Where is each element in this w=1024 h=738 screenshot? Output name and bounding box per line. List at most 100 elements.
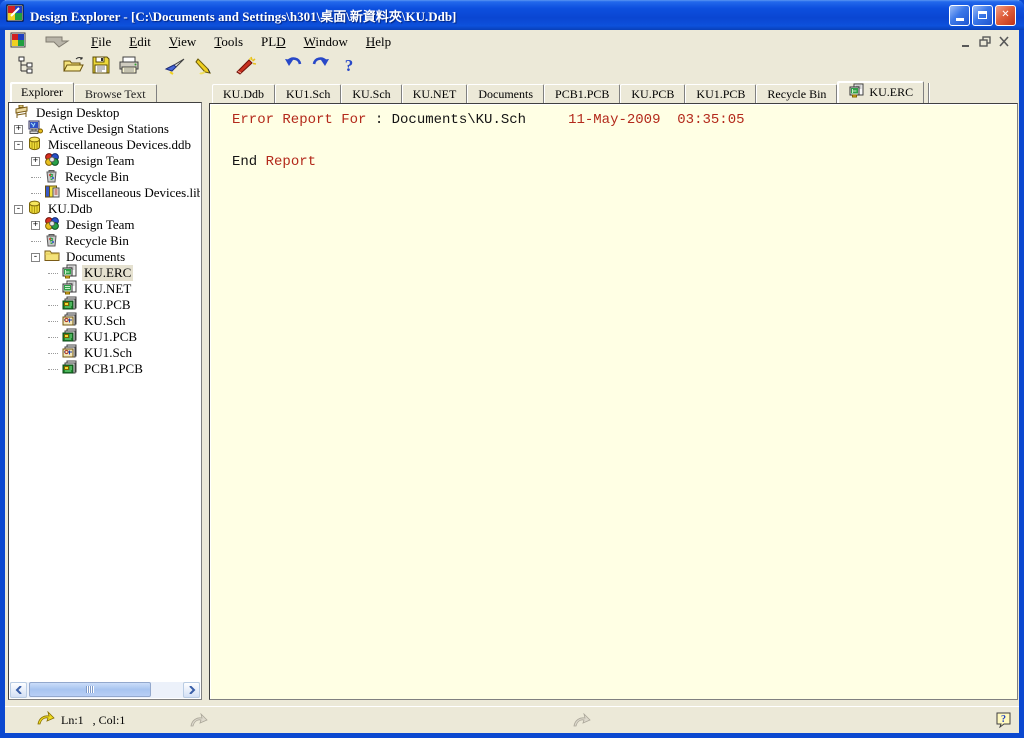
document-tab-label: KU.Sch — [352, 87, 390, 102]
tree-item-ku-pcb[interactable]: KU.PCB — [10, 297, 200, 313]
floppy-icon — [91, 55, 111, 79]
document-tab-ku-sch[interactable]: KU.Sch — [341, 84, 401, 103]
tree-item-ku1-sch[interactable]: KU1.Sch — [10, 345, 200, 361]
tree-line — [48, 289, 58, 290]
help-button[interactable]: ? — [337, 56, 361, 78]
tree-expander[interactable]: - — [31, 253, 44, 262]
document-tab-label: KU.Ddb — [223, 87, 264, 102]
open-folder-icon — [62, 55, 84, 79]
menu-items: FileEditViewToolsPLDWindowHelp — [82, 32, 400, 52]
scroll-right-button[interactable] — [183, 682, 200, 698]
tree-item-design-team[interactable]: +Design Team — [10, 217, 200, 233]
mdi-restore-button[interactable] — [977, 34, 994, 49]
document-tab-ku1-pcb[interactable]: KU1.PCB — [685, 84, 756, 103]
tree-expander[interactable]: + — [31, 221, 44, 230]
document-tab-label: Recycle Bin — [767, 87, 826, 102]
tree-item-recycle-bin[interactable]: Recycle Bin — [10, 233, 200, 249]
collapse-minus-icon[interactable]: - — [31, 253, 40, 262]
panel-tabs: ExplorerBrowse Text — [8, 82, 202, 102]
maximize-icon — [978, 11, 987, 19]
erc-report-editor[interactable]: Error Report For : Documents\KU.Sch 11-M… — [209, 103, 1018, 700]
open-document-button[interactable] — [61, 56, 85, 78]
menu-item-help[interactable]: Help — [357, 32, 400, 52]
pencil-tool-button[interactable] — [191, 56, 215, 78]
menu-item-pld[interactable]: PLD — [252, 32, 295, 52]
expand-plus-icon[interactable]: + — [14, 125, 23, 134]
tree-item-miscellaneous-devices-ddb[interactable]: - Miscellaneous Devices.ddb — [10, 137, 200, 153]
document-tab-recycle-bin[interactable]: Recycle Bin — [756, 84, 837, 103]
document-tab-ku1-sch[interactable]: KU1.Sch — [275, 84, 341, 103]
expand-plus-icon[interactable]: + — [31, 221, 40, 230]
tree-item-label: Recycle Bin — [63, 169, 131, 185]
collapse-minus-icon[interactable]: - — [14, 205, 23, 214]
tree-item-design-team[interactable]: +Design Team — [10, 153, 200, 169]
tree-item-label: KU1.Sch — [82, 345, 134, 361]
panel-tab-browse-text[interactable]: Browse Text — [74, 84, 157, 102]
tree-item-ku-erc[interactable]: KU.ERC — [10, 265, 200, 281]
save-button[interactable] — [89, 56, 113, 78]
tree-item-label: KU1.PCB — [82, 329, 139, 345]
menu-item-edit[interactable]: Edit — [120, 32, 160, 52]
menu-item-file[interactable]: File — [82, 32, 120, 52]
tree-item-ku1-pcb[interactable]: KU1.PCB — [10, 329, 200, 345]
menu-item-tools[interactable]: Tools — [205, 32, 252, 52]
minimize-button[interactable] — [949, 5, 970, 26]
wand-icon — [233, 55, 257, 79]
maximize-button[interactable] — [972, 5, 993, 26]
tree-item-pcb1-pcb[interactable]: PCB1.PCB — [10, 361, 200, 377]
folder-icon — [44, 248, 60, 266]
design-menu-arrow-button[interactable] — [40, 34, 74, 50]
explorer-tree: Design Desktop+Active Design Stations-Mi… — [10, 105, 200, 682]
print-button[interactable] — [117, 56, 141, 78]
scrollbar-thumb[interactable] — [29, 682, 151, 697]
tree-item-label: Miscellaneous Devices.lib — [64, 185, 200, 201]
main-toolbar: ? — [5, 53, 1019, 80]
wand-tool-button[interactable] — [233, 56, 257, 78]
title-bar[interactable]: Design Explorer - [C:\Documents and Sett… — [0, 0, 1024, 30]
toolbar-group — [61, 56, 141, 78]
tree-item-ku-ddb[interactable]: -KU.Ddb — [10, 201, 200, 217]
tree-item-label: KU.PCB — [82, 297, 133, 313]
tree-expander[interactable]: - — [14, 205, 27, 214]
report-line — [232, 127, 1017, 141]
document-tab-ku-ddb[interactable]: KU.Ddb — [212, 84, 275, 103]
tree-expander[interactable]: + — [14, 125, 27, 134]
document-tab-label: KU.ERC — [869, 85, 913, 100]
tree-item-ku-sch[interactable]: KU.Sch — [10, 313, 200, 329]
knife-tool-button[interactable] — [163, 56, 187, 78]
tree-expander[interactable]: + — [31, 157, 44, 166]
close-button[interactable]: × — [995, 5, 1016, 26]
context-help-icon[interactable]: ? — [996, 712, 1011, 728]
tree-indent — [48, 321, 61, 322]
tree-item-documents[interactable]: -Documents — [10, 249, 200, 265]
tree-expander[interactable]: - — [14, 141, 27, 150]
document-tab-ku-erc[interactable]: KU.ERC — [837, 81, 924, 103]
collapse-minus-icon[interactable]: - — [14, 141, 23, 150]
tree-item-ku-net[interactable]: KU.NET — [10, 281, 200, 297]
redo-button[interactable] — [309, 56, 333, 78]
mdi-close-button[interactable] — [996, 34, 1013, 49]
undo-button[interactable] — [281, 56, 305, 78]
menu-item-view[interactable]: View — [160, 32, 205, 52]
window-title: Design Explorer - [C:\Documents and Sett… — [30, 6, 949, 25]
document-tab-label: KU.PCB — [631, 87, 674, 102]
help-icon: ? — [342, 56, 356, 78]
document-tab-ku-net[interactable]: KU.NET — [402, 84, 468, 103]
menu-item-window[interactable]: Window — [295, 32, 357, 52]
document-tab-documents[interactable]: Documents — [467, 84, 544, 103]
tree-item-label: Miscellaneous Devices.ddb — [46, 137, 193, 153]
toolbar-group: ? — [281, 56, 361, 78]
document-logo-icon[interactable] — [10, 32, 26, 52]
toolbar-group — [15, 56, 39, 78]
panel-tab-explorer[interactable]: Explorer — [10, 82, 74, 102]
tree-line — [48, 369, 58, 370]
knife-icon — [164, 55, 186, 79]
document-tab-ku-pcb[interactable]: KU.PCB — [620, 84, 685, 103]
tree-item-label: Active Design Stations — [47, 121, 171, 137]
tree-item-recycle-bin[interactable]: Recycle Bin — [10, 169, 200, 185]
document-tab-label: PCB1.PCB — [555, 87, 609, 102]
design-manager-toggle-button[interactable] — [15, 56, 39, 78]
expand-plus-icon[interactable]: + — [31, 157, 40, 166]
document-tab-pcb1-pcb[interactable]: PCB1.PCB — [544, 84, 620, 103]
mdi-minimize-button[interactable] — [958, 34, 975, 49]
